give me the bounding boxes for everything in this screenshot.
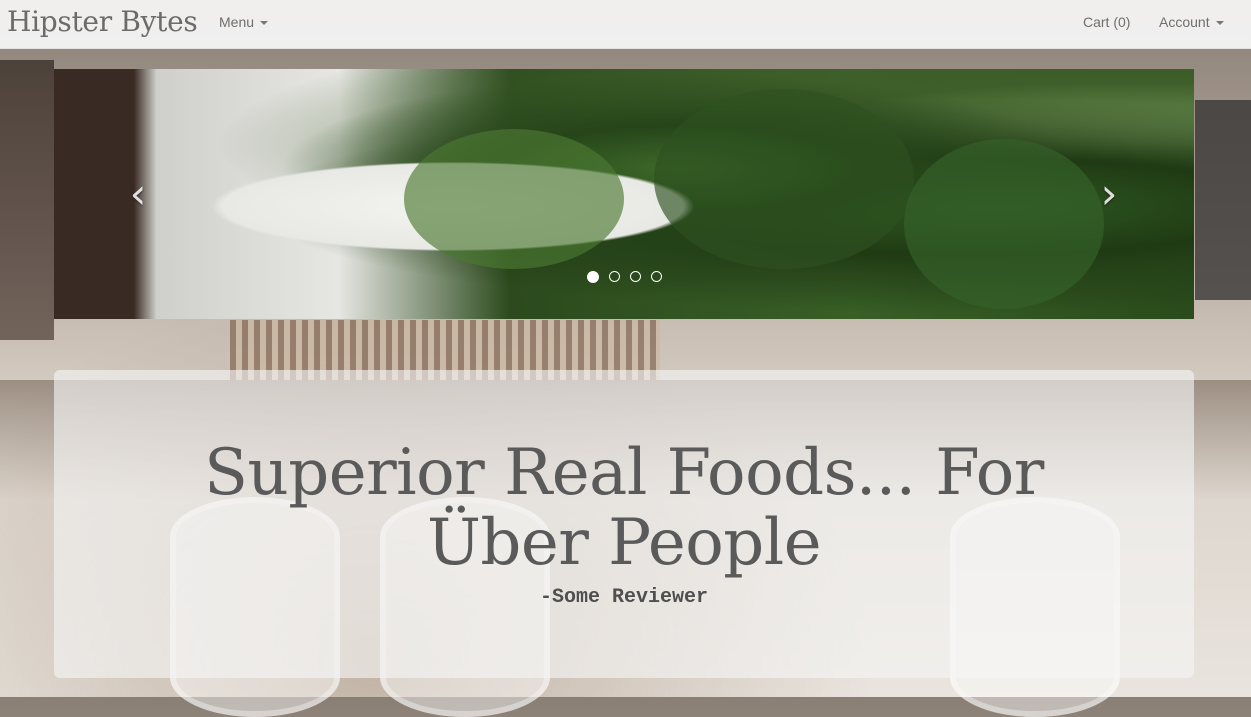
chevron-right-icon: › xyxy=(1100,169,1118,218)
account-label: Account xyxy=(1159,14,1210,30)
carousel-indicator[interactable] xyxy=(651,271,662,282)
background-sign xyxy=(0,60,54,340)
carousel-indicator[interactable] xyxy=(630,271,641,282)
menu-label: Menu xyxy=(219,14,255,30)
carousel-indicator[interactable] xyxy=(609,271,620,282)
background-chalkboard xyxy=(1195,100,1251,300)
carousel-image-detail xyxy=(904,139,1104,309)
carousel-image-detail xyxy=(404,129,624,269)
carousel-prev-button[interactable]: ‹ xyxy=(118,173,158,215)
cart-link[interactable]: Cart (0) xyxy=(1083,14,1130,30)
carousel-image-detail xyxy=(654,89,914,269)
hero-quote: Superior Real Foods... For Über People xyxy=(204,436,1044,580)
carousel-indicators xyxy=(587,271,662,283)
hero-quote-panel: Superior Real Foods... For Über People -… xyxy=(54,370,1194,678)
menu-dropdown[interactable]: Menu xyxy=(219,14,269,30)
carousel-next-button[interactable]: › xyxy=(1089,173,1129,215)
account-dropdown[interactable]: Account xyxy=(1159,14,1224,30)
image-carousel: ‹ › xyxy=(54,69,1194,319)
chevron-left-icon: ‹ xyxy=(129,169,147,218)
caret-down-icon xyxy=(260,21,269,26)
caret-down-icon xyxy=(1215,21,1224,26)
hero-attribution: -Some Reviewer xyxy=(539,586,709,609)
carousel-indicator[interactable] xyxy=(587,271,599,283)
top-navbar: Hipster Bytes Menu Cart (0) Account xyxy=(0,0,1251,49)
brand-logo[interactable]: Hipster Bytes xyxy=(7,5,198,38)
